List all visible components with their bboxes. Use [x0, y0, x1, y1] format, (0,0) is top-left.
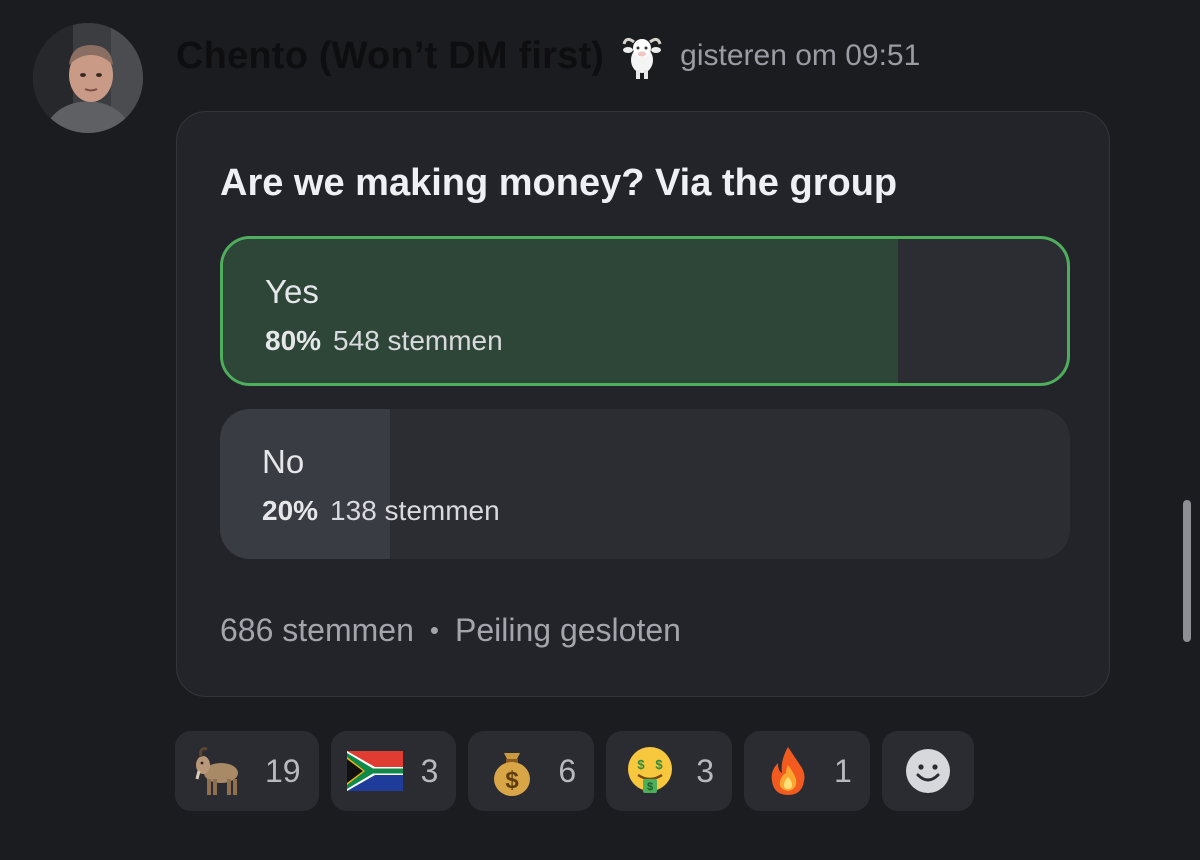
avatar-photo — [33, 23, 143, 133]
reaction-count: 6 — [558, 752, 577, 789]
message-header: Chento (Won’t DM first) gisteren om 09:5… — [176, 30, 920, 82]
reaction-fire[interactable]: 1 — [743, 731, 870, 811]
reaction-count: 19 — [265, 752, 301, 789]
poll-answer-stats: 20% 138 stemmen — [262, 495, 500, 527]
svg-text:$: $ — [638, 757, 646, 772]
poll-status: Peiling gesloten — [454, 612, 681, 648]
svg-text:$: $ — [656, 757, 664, 772]
goat-icon — [622, 37, 662, 79]
reaction-bar: 19 3 $ 6 $ $ $ 3 1 — [175, 731, 974, 811]
poll-footer: 686 stemmen • Peiling gesloten — [220, 612, 681, 649]
avatar[interactable] — [33, 23, 143, 133]
reaction-count: 1 — [833, 752, 852, 789]
reaction-count: 3 — [420, 752, 439, 789]
footer-separator: • — [429, 615, 439, 645]
reaction-goat[interactable]: 19 — [175, 731, 319, 811]
money-bag-icon: $ — [484, 743, 540, 799]
money-mouth-face-icon: $ $ $ — [622, 743, 678, 799]
fire-icon — [760, 743, 816, 799]
poll-answer-fill — [220, 409, 390, 559]
reaction-money-mouth-face[interactable]: $ $ $ 3 — [606, 731, 732, 811]
poll-total-votes: 686 stemmen — [220, 612, 414, 648]
poll-answer-votes: 548 stemmen — [333, 325, 503, 356]
poll-answer-fill — [223, 239, 899, 383]
chat-message: Chento (Won’t DM first) gisteren om 09:5… — [0, 0, 1200, 860]
poll-answer-votes: 138 stemmen — [330, 495, 500, 526]
south-africa-flag-icon — [346, 743, 403, 799]
poll-card: Are we making money? Via the group Yes 8… — [176, 111, 1110, 697]
poll-question: Are we making money? Via the group — [220, 162, 898, 204]
poll-answer-stats: 80% 548 stemmen — [265, 325, 503, 357]
poll-answer-percent: 20% — [262, 495, 319, 526]
svg-text:$: $ — [506, 767, 520, 794]
svg-text:$: $ — [647, 781, 653, 793]
smiley-add-reaction-icon — [905, 749, 950, 793]
poll-answer-no[interactable]: No 20% 138 stemmen — [220, 409, 1070, 559]
poll-answer-percent: 80% — [265, 325, 322, 356]
goat-icon — [191, 743, 247, 799]
poll-answer-label: Yes — [265, 273, 319, 310]
poll-answer-yes[interactable]: Yes 80% 548 stemmen — [220, 236, 1070, 386]
username[interactable]: Chento (Won’t DM first) — [176, 35, 604, 78]
add-reaction-button[interactable] — [881, 731, 974, 811]
poll-answer-label: No — [262, 443, 305, 480]
reaction-south-africa-flag[interactable]: 3 — [330, 731, 457, 811]
reaction-money-bag[interactable]: $ 6 — [468, 731, 595, 811]
reaction-count: 3 — [696, 752, 714, 789]
timestamp: gisteren om 09:51 — [680, 39, 921, 72]
scrollbar-thumb[interactable] — [1183, 500, 1191, 642]
